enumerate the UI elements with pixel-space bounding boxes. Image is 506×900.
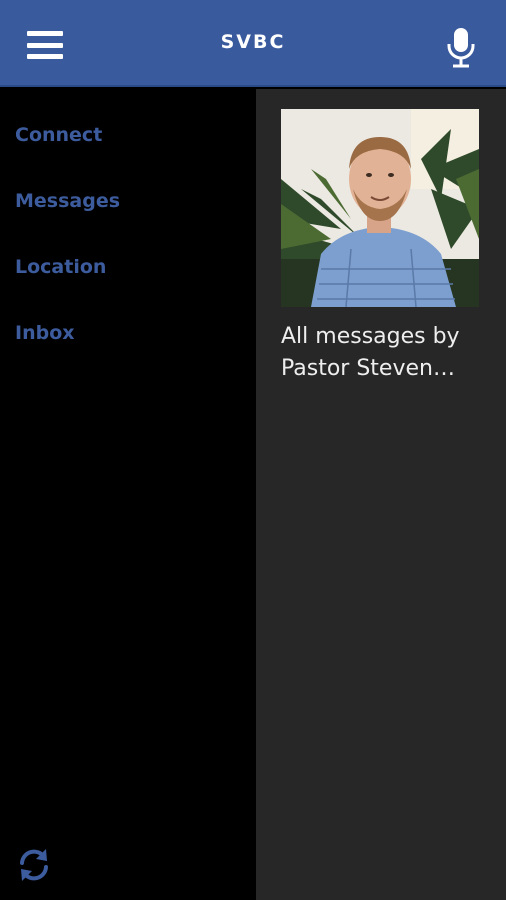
app-header: SVBC xyxy=(0,0,506,87)
sidebar-item-location[interactable]: Location xyxy=(15,252,106,282)
card-caption: All messages by Pastor Steven Anderson xyxy=(281,324,460,381)
pastor-photo xyxy=(281,109,479,307)
microphone-icon xyxy=(447,28,475,68)
pastor-portrait-image xyxy=(281,109,479,307)
main-content: All messages by Pastor Steven Anderson xyxy=(256,89,506,900)
refresh-button[interactable] xyxy=(14,845,54,885)
sidebar-item-connect[interactable]: Connect xyxy=(15,120,102,150)
refresh-icon xyxy=(20,849,48,881)
sidebar-item-inbox[interactable]: Inbox xyxy=(15,318,75,348)
voice-search-button[interactable] xyxy=(442,26,482,70)
page-title: SVBC xyxy=(220,31,286,53)
app-screen: SVBC Connect Messages Location Inbox All… xyxy=(0,0,506,900)
messages-card[interactable]: All messages by Pastor Steven Anderson xyxy=(281,109,479,385)
sidebar-item-messages[interactable]: Messages xyxy=(15,186,120,216)
side-navigation-drawer: Connect Messages Location Inbox xyxy=(0,89,256,900)
